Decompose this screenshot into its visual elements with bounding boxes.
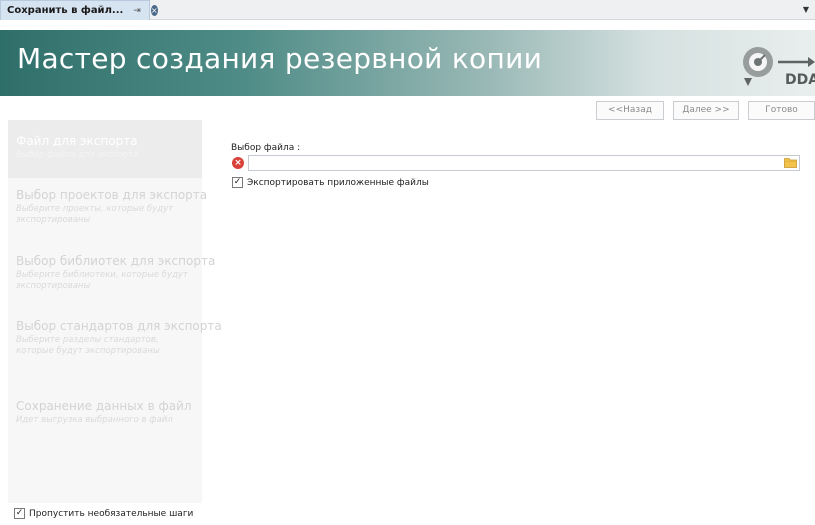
done-button[interactable]: Готово bbox=[748, 101, 815, 120]
folder-icon[interactable] bbox=[784, 157, 797, 168]
step-title: Выбор стандартов для экспорта bbox=[16, 319, 222, 333]
step-select-libraries: Выбор библиотек для экспорта Выберите би… bbox=[8, 254, 216, 292]
close-icon[interactable]: × bbox=[150, 5, 158, 16]
step-description: Выберите библиотеки, которые будут экспо… bbox=[16, 270, 188, 291]
step-title: Сохранение данных в файл bbox=[16, 399, 192, 413]
step-title: Выбор проектов для экспорта bbox=[16, 188, 208, 202]
file-path-input[interactable] bbox=[248, 155, 800, 171]
tab-save-to-file[interactable]: Сохранить в файл... ⇥ × bbox=[0, 0, 158, 20]
step-title: Файл для экспорта bbox=[16, 134, 138, 148]
next-button[interactable]: Далее >> bbox=[673, 101, 739, 120]
file-select-label: Выбор файла : bbox=[231, 143, 301, 153]
step-description: Выбор файла для экспорта bbox=[16, 150, 139, 160]
back-button[interactable]: <<Назад bbox=[596, 101, 664, 120]
step-description: Идет выгрузка выбранного в файл bbox=[16, 415, 173, 425]
dda-logo-icon: DDA bbox=[743, 47, 815, 88]
export-attached-option[interactable]: ✓ Экспортировать приложенные файлы bbox=[232, 177, 429, 188]
pin-icon[interactable]: ⇥ bbox=[133, 6, 141, 16]
error-icon: × bbox=[232, 157, 244, 169]
skip-optional-steps[interactable]: ✓ Пропустить необязательные шаги bbox=[14, 508, 193, 519]
svg-text:DDA: DDA bbox=[785, 72, 815, 88]
step-select-standards: Выбор стандартов для экспорта Выберите р… bbox=[8, 319, 222, 357]
skip-checkbox[interactable]: ✓ bbox=[14, 508, 25, 519]
skip-label: Пропустить необязательные шаги bbox=[29, 508, 194, 519]
tab-title: Сохранить в файл... bbox=[7, 5, 124, 16]
export-attached-label: Экспортировать приложенные файлы bbox=[247, 177, 429, 188]
step-title: Выбор библиотек для экспорта bbox=[16, 254, 216, 268]
step-file-for-export: Файл для экспорта Выбор файла для экспор… bbox=[8, 120, 202, 178]
step-select-projects: Выбор проектов для экспорта Выберите про… bbox=[8, 188, 208, 226]
page-title: Мастер создания резервной копии bbox=[17, 42, 543, 75]
export-attached-checkbox[interactable]: ✓ bbox=[232, 177, 243, 188]
document-tab-strip: Сохранить в файл... ⇥ × ▼ bbox=[0, 0, 815, 20]
step-description: Выберите разделы стандартов, которые буд… bbox=[16, 335, 160, 356]
step-description: Выберите проекты, которые будут экспорти… bbox=[16, 204, 174, 225]
step-save-data: Сохранение данных в файл Идет выгрузка в… bbox=[8, 399, 202, 426]
wizard-steps-panel: Файл для экспорта Выбор файла для экспор… bbox=[8, 120, 222, 503]
chevron-down-icon[interactable]: ▼ bbox=[803, 5, 809, 14]
wizard-banner: Мастер создания резервной копии DDA bbox=[0, 30, 815, 96]
